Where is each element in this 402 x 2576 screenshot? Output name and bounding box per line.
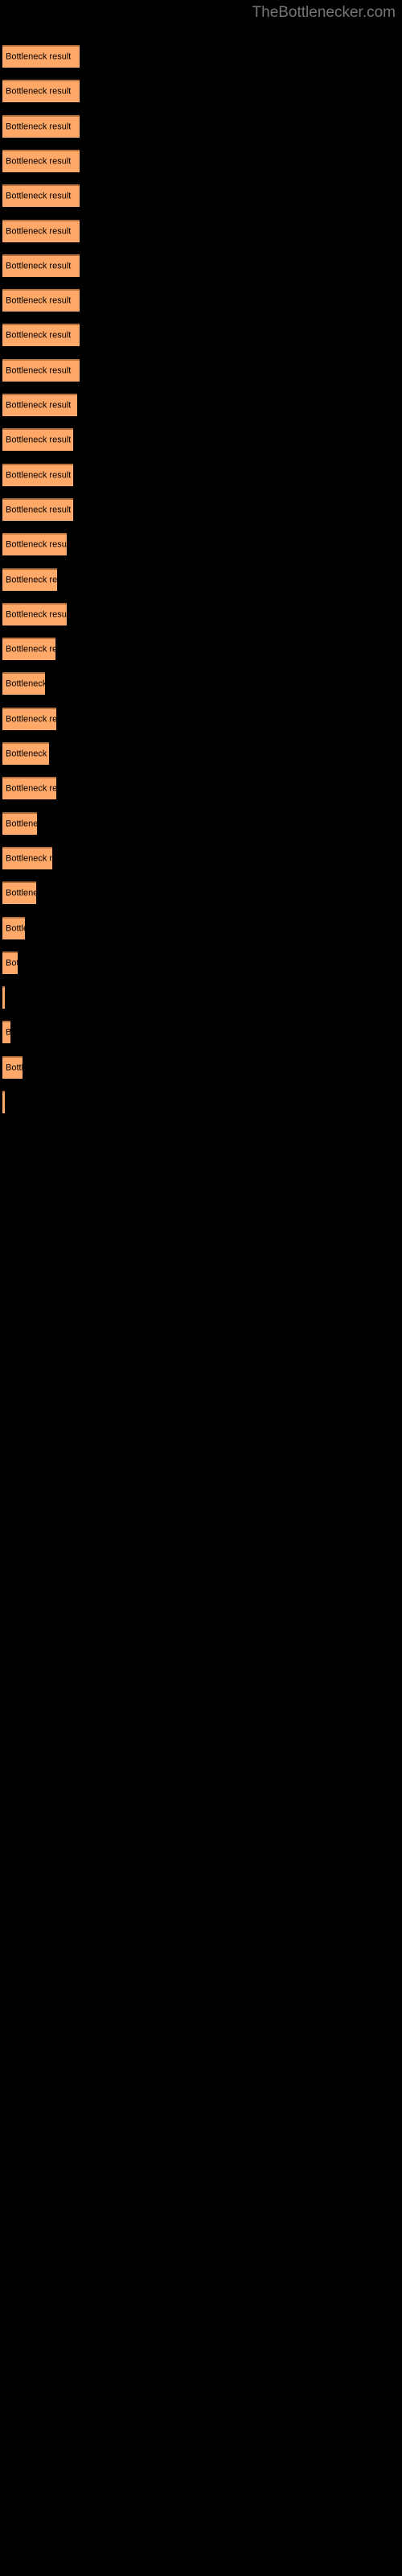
bar-row: Bottleneck result bbox=[0, 742, 402, 766]
bar-6[interactable]: Bottleneck result bbox=[2, 219, 80, 242]
bar-row: Bottleneck result bbox=[0, 394, 402, 418]
bar-row: Bottleneck result bbox=[0, 497, 402, 522]
bar-row: Bottleneck result bbox=[0, 881, 402, 906]
bar-29[interactable]: Bottleneck result bbox=[2, 1021, 10, 1044]
bar-16[interactable]: Bottleneck result bbox=[2, 568, 57, 591]
bar-label: Bottleneck result bbox=[6, 122, 72, 132]
bar-label: Bottleneck result bbox=[6, 679, 45, 689]
bar-row: Bottleneck result bbox=[0, 80, 402, 104]
bar-label: Bottleneck result bbox=[6, 470, 72, 481]
bar-1[interactable]: Bottleneck result bbox=[2, 45, 80, 68]
bar-label: Bottleneck result bbox=[6, 609, 67, 620]
bar-2[interactable]: Bottleneck result bbox=[2, 80, 80, 103]
bar-label: Bottleneck result bbox=[6, 365, 72, 376]
bar-label: Bottleneck result bbox=[6, 644, 55, 654]
bar-label: Bottleneck result bbox=[6, 435, 72, 445]
bar-20[interactable]: Bottleneck result bbox=[2, 707, 56, 730]
bar-18[interactable]: Bottleneck result bbox=[2, 638, 55, 661]
bar-label: Bottleneck result bbox=[6, 330, 72, 341]
bar-row: Bottleneck result bbox=[0, 463, 402, 488]
bar-row: Bottleneck result bbox=[0, 1055, 402, 1080]
bar-label: Bottleneck result bbox=[6, 505, 72, 515]
bar-14[interactable]: Bottleneck result bbox=[2, 497, 73, 521]
bar-label: Bottleneck result bbox=[6, 783, 56, 794]
bar-row: Bottleneck result bbox=[0, 114, 402, 139]
bar-15[interactable]: Bottleneck result bbox=[2, 533, 67, 556]
bar-26[interactable]: Bottleneck result bbox=[2, 916, 25, 939]
bar-row: Bottleneck result bbox=[0, 707, 402, 732]
bar-label: Bottleneck result bbox=[6, 575, 57, 584]
bar-label: Bottleneck result bbox=[6, 539, 67, 550]
bar-28[interactable]: Bottleneck result bbox=[2, 986, 5, 1009]
bar-row: Bottleneck result bbox=[0, 533, 402, 557]
bar-label: Bottleneck result bbox=[6, 923, 25, 933]
bar-label: Bottleneck result bbox=[6, 714, 56, 724]
bar-label: Bottleneck result bbox=[6, 226, 72, 236]
bar-row: Bottleneck result bbox=[0, 1091, 402, 1115]
bar-label: Bottleneck result bbox=[6, 888, 36, 898]
bar-row: Bottleneck result bbox=[0, 568, 402, 592]
bar-row: Bottleneck result bbox=[0, 951, 402, 976]
bar-row: Bottleneck result bbox=[0, 184, 402, 208]
bar-21[interactable]: Bottleneck result bbox=[2, 742, 49, 765]
bar-label: Bottleneck result bbox=[6, 295, 72, 306]
bar-row: Bottleneck result bbox=[0, 324, 402, 348]
bar-row: Bottleneck result bbox=[0, 777, 402, 801]
bar-label: Bottleneck result bbox=[6, 853, 52, 864]
bar-31[interactable]: Bottleneck result bbox=[2, 1091, 5, 1113]
bar-label: Bottleneck result bbox=[6, 52, 72, 62]
bar-row: Bottleneck result bbox=[0, 846, 402, 871]
bar-label: Bottleneck result bbox=[6, 1028, 10, 1038]
bar-23[interactable]: Bottleneck result bbox=[2, 811, 37, 835]
bar-label: Bottleneck result bbox=[6, 86, 72, 97]
bar-30[interactable]: Bottleneck result bbox=[2, 1055, 23, 1079]
bar-27[interactable]: Bottleneck result bbox=[2, 951, 18, 974]
bar-label: Bottleneck result bbox=[6, 261, 72, 271]
bar-label: Bottleneck result bbox=[6, 156, 72, 167]
bar-row: Bottleneck result bbox=[0, 149, 402, 174]
bar-row: Bottleneck result bbox=[0, 811, 402, 836]
bar-10[interactable]: Bottleneck result bbox=[2, 358, 80, 382]
bar-row: Bottleneck result bbox=[0, 916, 402, 941]
bar-row: Bottleneck result bbox=[0, 986, 402, 1010]
bar-label: Bottleneck result bbox=[6, 819, 37, 829]
bar-4[interactable]: Bottleneck result bbox=[2, 149, 80, 172]
bar-row: Bottleneck result bbox=[0, 219, 402, 244]
bar-13[interactable]: Bottleneck result bbox=[2, 463, 73, 486]
bar-17[interactable]: Bottleneck result bbox=[2, 602, 67, 625]
bar-11[interactable]: Bottleneck result bbox=[2, 394, 77, 416]
bar-label: Bottleneck result bbox=[6, 749, 49, 759]
bar-label: Bottleneck result bbox=[6, 191, 72, 201]
bar-row: Bottleneck result bbox=[0, 358, 402, 383]
bar-7[interactable]: Bottleneck result bbox=[2, 254, 80, 277]
bar-row: Bottleneck result bbox=[0, 1021, 402, 1045]
bar-24[interactable]: Bottleneck result bbox=[2, 846, 52, 869]
bar-3[interactable]: Bottleneck result bbox=[2, 114, 80, 138]
bar-row: Bottleneck result bbox=[0, 45, 402, 69]
bar-9[interactable]: Bottleneck result bbox=[2, 324, 80, 347]
bottleneck-chart: TheBottlenecker.com Bottleneck result Bot… bbox=[0, 0, 402, 2576]
bar-row: Bottleneck result bbox=[0, 638, 402, 662]
bar-list: Bottleneck result Bottleneck result Bottle… bbox=[0, 0, 402, 2576]
bar-25[interactable]: Bottleneck result bbox=[2, 881, 36, 905]
bar-12[interactable]: Bottleneck result bbox=[2, 428, 73, 452]
bar-5[interactable]: Bottleneck result bbox=[2, 184, 80, 208]
bar-row: Bottleneck result bbox=[0, 254, 402, 279]
bar-row: Bottleneck result bbox=[0, 289, 402, 313]
bar-22[interactable]: Bottleneck result bbox=[2, 777, 56, 800]
bar-row: Bottleneck result bbox=[0, 672, 402, 696]
bar-label: Bottleneck result bbox=[6, 400, 72, 411]
bar-label: Bottleneck result bbox=[6, 958, 18, 968]
bar-row: Bottleneck result bbox=[0, 428, 402, 452]
bar-8[interactable]: Bottleneck result bbox=[2, 289, 80, 312]
bar-row: Bottleneck result bbox=[0, 602, 402, 627]
bar-19[interactable]: Bottleneck result bbox=[2, 672, 45, 696]
bar-label: Bottleneck result bbox=[6, 1063, 23, 1073]
